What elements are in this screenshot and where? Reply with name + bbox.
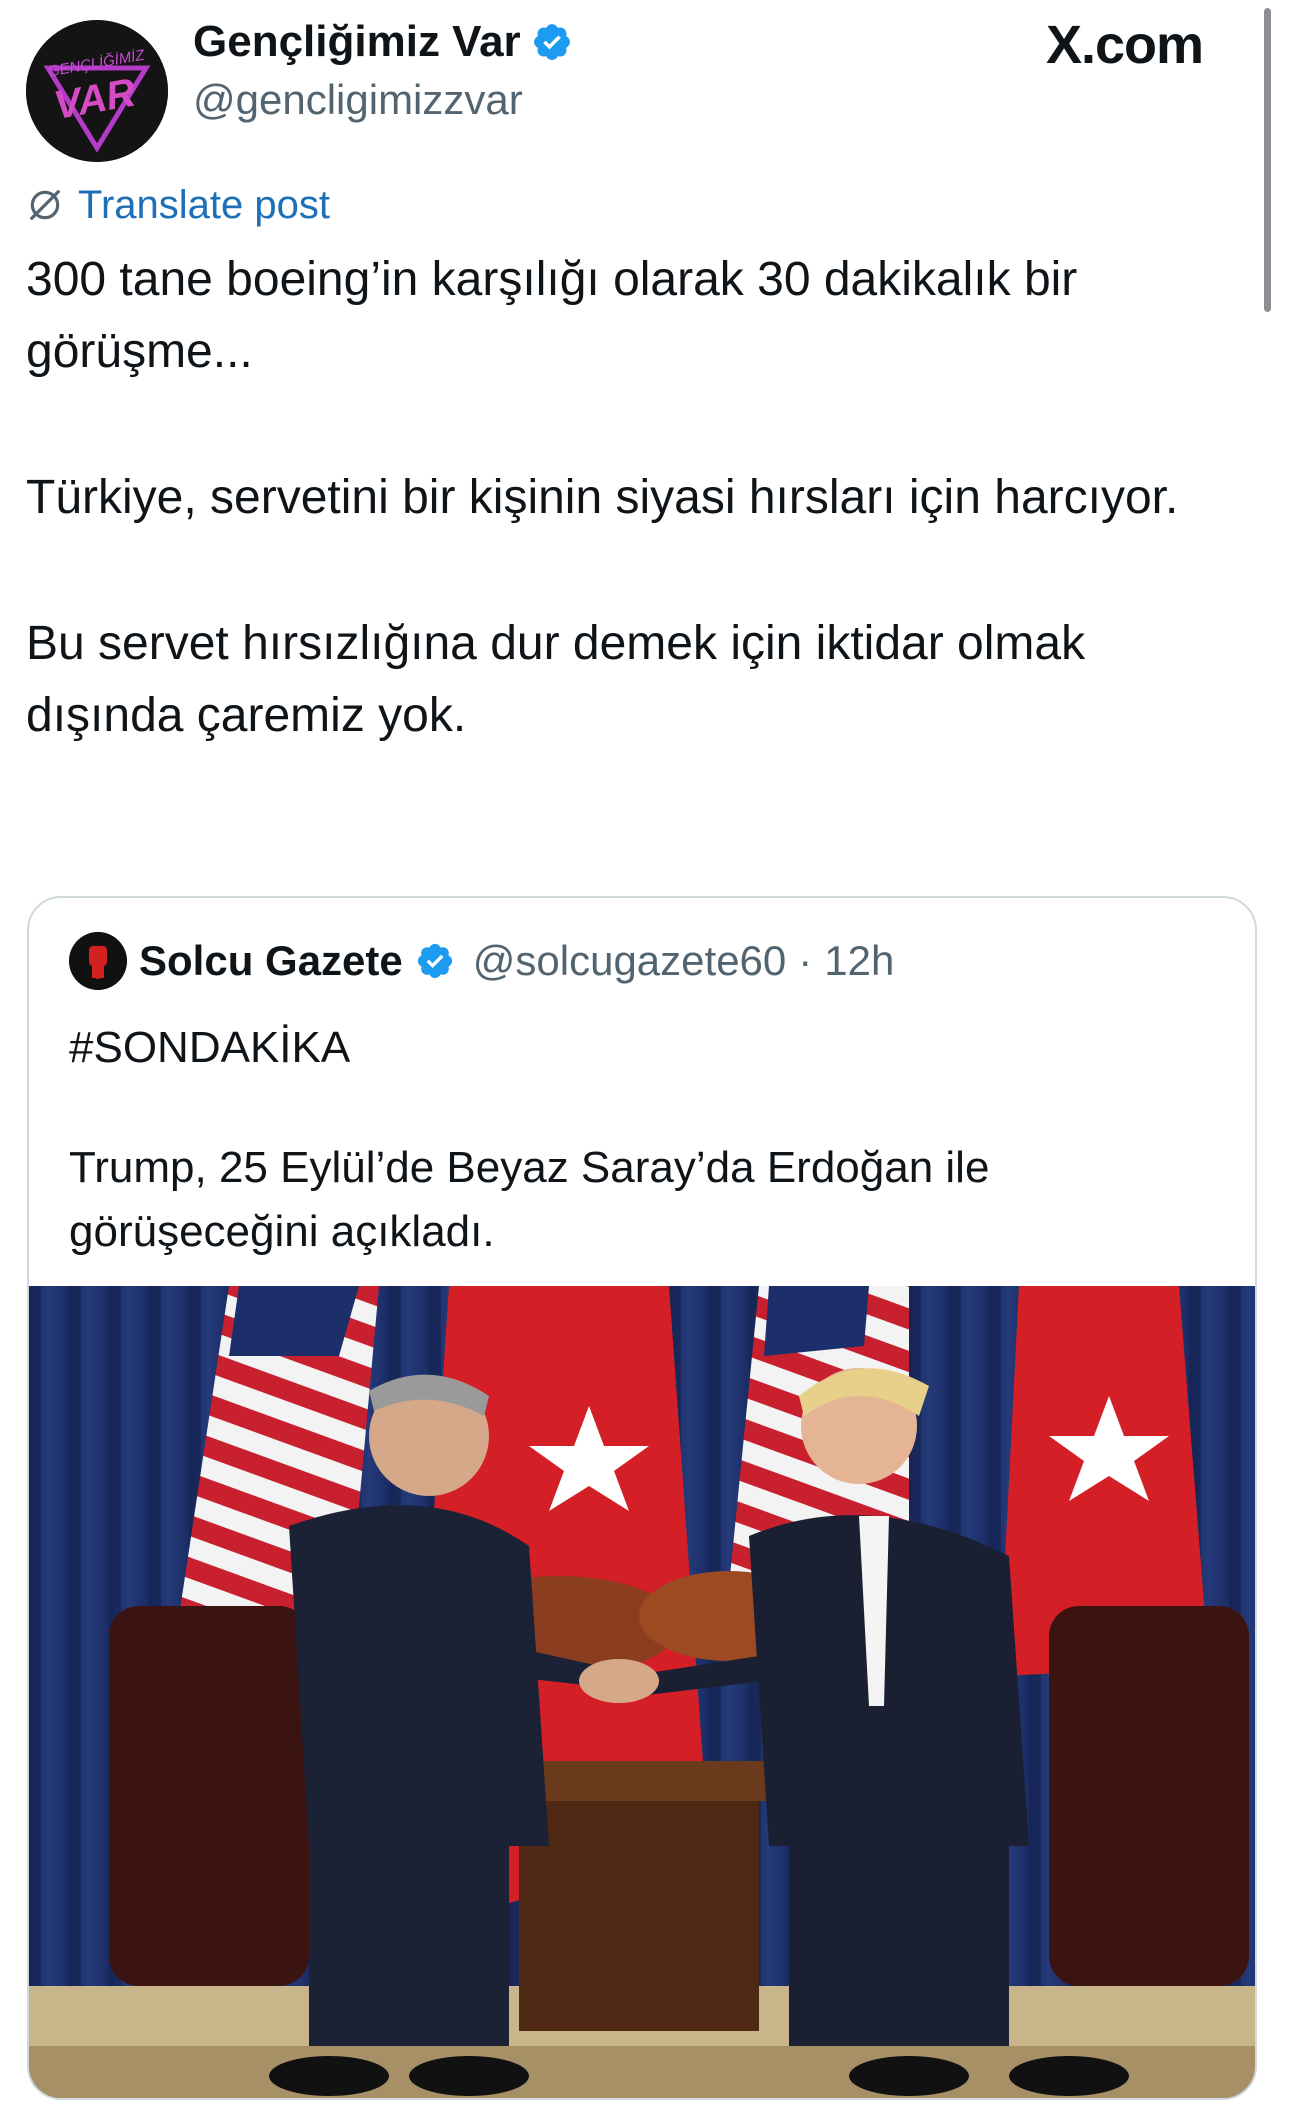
quoted-post-photo[interactable] — [29, 1286, 1255, 2098]
post-paragraph: 300 tane boeing’in karşılığı olarak 30 d… — [26, 253, 1078, 378]
translate-post-button[interactable]: Translate post — [26, 180, 330, 230]
quoted-paragraph: Trump, 25 Eylül’de Beyaz Saray’da Erdoğa… — [69, 1143, 990, 1256]
handshake — [579, 1659, 659, 1703]
site-label: X.com — [1046, 15, 1204, 75]
author-name-row[interactable]: Gençliğimiz Var — [193, 14, 573, 70]
quoted-post-header: Solcu Gazete @solcugazete60 · 12h — [69, 932, 894, 990]
post-paragraph: Bu servet hırsızlığına dur demek için ik… — [26, 617, 1086, 742]
separator-dot: · — [798, 937, 813, 984]
author-avatar[interactable]: GENÇLİĞİMİZ VAR — [26, 20, 168, 162]
quoted-hashtag[interactable]: #SONDAKİKA — [69, 1016, 1219, 1080]
scrollbar[interactable] — [1264, 8, 1271, 312]
post-text: 300 tane boeing’in karşılığı olarak 30 d… — [26, 244, 1226, 826]
quoted-author-handle[interactable]: @solcugazete60 — [473, 934, 787, 988]
verified-badge-icon — [417, 943, 452, 979]
quoted-post-time[interactable]: 12h — [824, 934, 894, 988]
post-paragraph: Türkiye, servetini bir kişinin siyasi hı… — [26, 471, 1179, 524]
translate-post-label: Translate post — [78, 183, 330, 227]
quoted-post-card[interactable]: Solcu Gazete @solcugazete60 · 12h #SONDA… — [27, 896, 1257, 2100]
chair — [1049, 1606, 1249, 1986]
chair — [109, 1606, 309, 1986]
author-handle[interactable]: @gencligimizzvar — [193, 74, 523, 126]
globe-slash-icon — [29, 189, 61, 221]
quoted-post-text: #SONDAKİKA Trump, 25 Eylül’de Beyaz Sara… — [69, 1016, 1219, 1320]
author-name[interactable]: Gençliğimiz Var — [193, 14, 521, 70]
right-person-suit — [749, 1515, 1029, 1846]
quoted-author-avatar[interactable] — [69, 932, 127, 990]
quoted-author-name[interactable]: Solcu Gazete — [139, 934, 403, 988]
verified-badge-icon — [533, 24, 570, 60]
